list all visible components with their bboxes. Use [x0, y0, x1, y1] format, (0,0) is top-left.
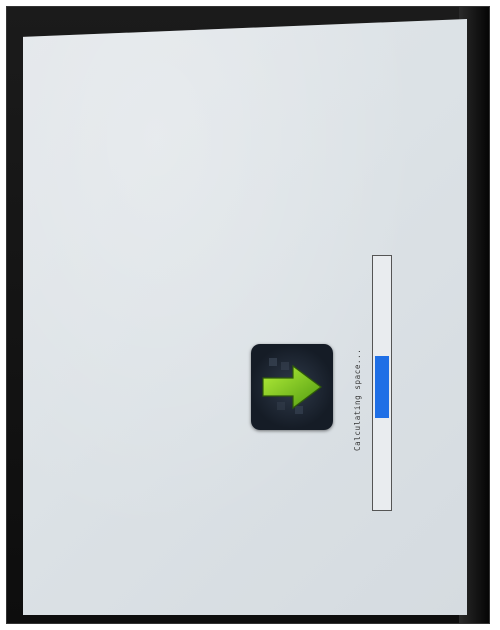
- device-screen: Calculating space...: [23, 19, 467, 615]
- status-text: Calculating space...: [353, 348, 362, 451]
- progress-fill: [375, 355, 389, 418]
- arrow-icon-graphic: [262, 358, 322, 414]
- progress-bar: [372, 255, 392, 511]
- photo-frame: Calculating space...: [6, 6, 490, 624]
- update-arrow-icon: [251, 344, 333, 430]
